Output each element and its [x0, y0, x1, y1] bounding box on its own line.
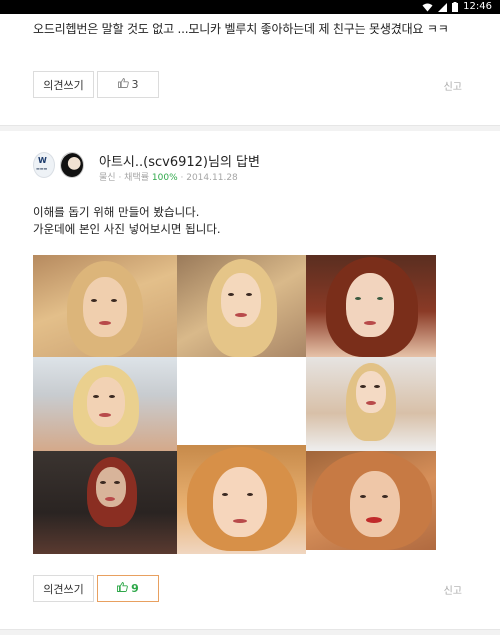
thumbs-up-icon	[117, 77, 129, 91]
collage-photo-1	[33, 255, 177, 357]
like-count: 9	[131, 582, 139, 595]
like-count: 3	[131, 78, 139, 91]
status-bar: 12:46	[0, 0, 500, 14]
meta-date: 2014.11.28	[186, 173, 238, 183]
collage-photo-8	[177, 445, 306, 554]
collage-photo-6	[306, 357, 436, 451]
collage-empty-center	[177, 357, 306, 451]
comment-button[interactable]: 의견쓰기	[33, 575, 94, 602]
previous-answer-text: 오드리헵번은 말할 것도 없고 ...모니카 벨루치 좋아하는데 제 친구는 못…	[33, 22, 449, 36]
status-icons: 12:46	[422, 0, 492, 14]
wing-badge-icon: W ▬▬▬	[33, 152, 55, 178]
answer-body-line: 가운데에 본인 사진 넣어보시면 됩니다.	[33, 222, 221, 236]
avatar[interactable]	[60, 152, 84, 178]
collage-photo-4	[33, 357, 177, 451]
comment-button[interactable]: 의견쓰기	[33, 71, 94, 98]
meta-selection-rate: 100%	[151, 173, 178, 183]
wifi-icon	[422, 3, 433, 12]
meta-rank: 물신	[99, 173, 116, 183]
report-link[interactable]: 신고	[444, 78, 462, 93]
section-divider	[0, 629, 500, 635]
answer-meta: 물신 · 채택률 100% · 2014.11.28	[99, 173, 238, 183]
collage-photo-9	[306, 451, 436, 550]
signal-icon	[438, 2, 448, 12]
report-link[interactable]: 신고	[444, 582, 462, 597]
section-divider	[0, 125, 500, 131]
thumbs-up-icon	[117, 581, 128, 595]
answer-header: W ▬▬▬ 아트시..(scv6912)님의 답변 물신 · 채택률 100% …	[33, 150, 473, 186]
answer-author[interactable]: 아트시..(scv6912)님의 답변	[99, 151, 260, 170]
collage-photo-3	[306, 255, 436, 357]
like-button[interactable]: 3	[97, 71, 159, 98]
meta-selection-label: 채택률	[124, 173, 150, 183]
previous-answer-actions: 의견쓰기 3	[33, 71, 159, 98]
collage-photo-7	[33, 451, 177, 554]
answer-body-line: 이해를 돕기 위해 만들어 봤습니다.	[33, 205, 200, 219]
like-button[interactable]: 9	[97, 575, 159, 602]
collage-photo-2	[177, 255, 306, 357]
clock-text: 12:46	[463, 1, 492, 12]
answer-actions: 의견쓰기 9	[33, 575, 159, 602]
answer-body: 이해를 돕기 위해 만들어 봤습니다. 가운데에 본인 사진 넣어보시면 됩니다…	[33, 204, 473, 238]
battery-icon	[452, 2, 459, 12]
photo-collage[interactable]	[33, 255, 436, 554]
